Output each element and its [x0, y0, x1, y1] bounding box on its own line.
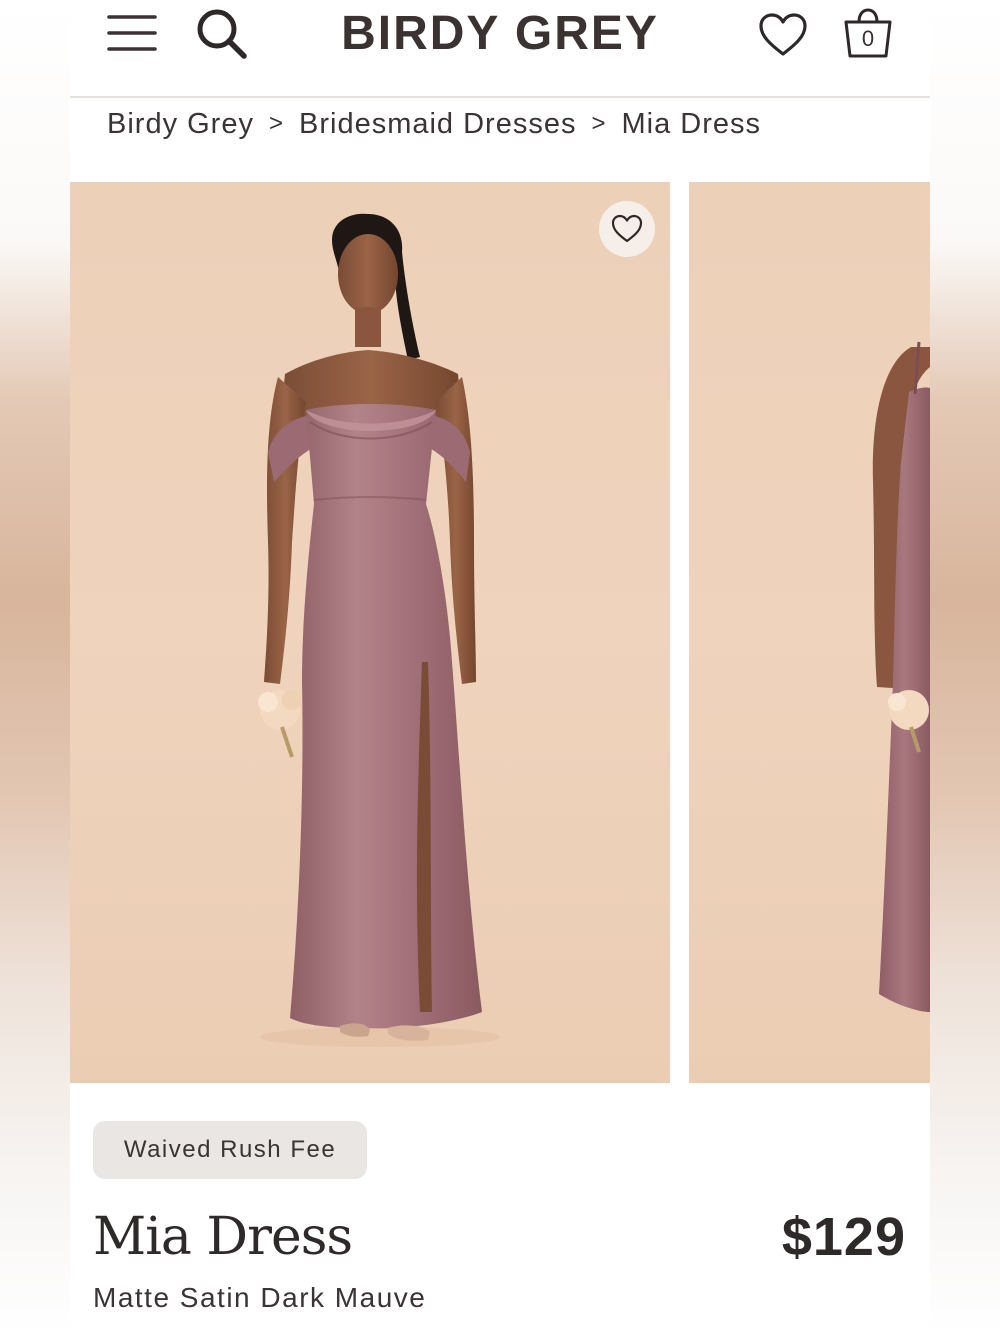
search-icon: [197, 9, 247, 59]
favorite-button[interactable]: [599, 201, 655, 257]
left-backdrop: [0, 0, 70, 1333]
product-page: BIRDY GREY 0 Birdy Grey > Bridesmaid Dre…: [70, 0, 930, 1333]
breadcrumb-separator: >: [591, 110, 607, 137]
breadcrumb: Birdy Grey > Bridesmaid Dresses > Mia Dr…: [107, 104, 761, 144]
breadcrumb-category[interactable]: Bridesmaid Dresses: [299, 108, 576, 141]
model-side-view-photo: [872, 341, 930, 1012]
shopping-bag-button[interactable]: 0: [840, 6, 896, 62]
breadcrumb-separator: >: [268, 110, 284, 137]
bouquet: [258, 690, 302, 758]
breadcrumb-current: Mia Dress: [621, 107, 762, 140]
breadcrumb-home[interactable]: Birdy Grey: [107, 108, 254, 141]
product-image-next[interactable]: [689, 182, 930, 1083]
heart-icon: [759, 13, 807, 56]
menu-button[interactable]: [106, 10, 158, 56]
product-color-variant: Matte Satin Dark Mauve: [93, 1282, 427, 1313]
right-backdrop: [930, 0, 1000, 1333]
model-in-dress-photo: [258, 213, 500, 1047]
rush-fee-badge: Waived Rush Fee: [93, 1121, 367, 1179]
product-price: $129: [781, 1207, 906, 1267]
heart-outline-icon: [611, 214, 643, 243]
product-title: Mia Dress: [93, 1207, 353, 1267]
hamburger-icon: [107, 15, 157, 51]
brand-logo[interactable]: BIRDY GREY: [332, 6, 668, 62]
search-button[interactable]: [194, 6, 250, 62]
wishlist-button[interactable]: [756, 8, 810, 62]
product-image-main[interactable]: [70, 182, 670, 1083]
site-header: BIRDY GREY 0: [70, 0, 930, 98]
bag-count-badge: 0: [861, 26, 875, 51]
